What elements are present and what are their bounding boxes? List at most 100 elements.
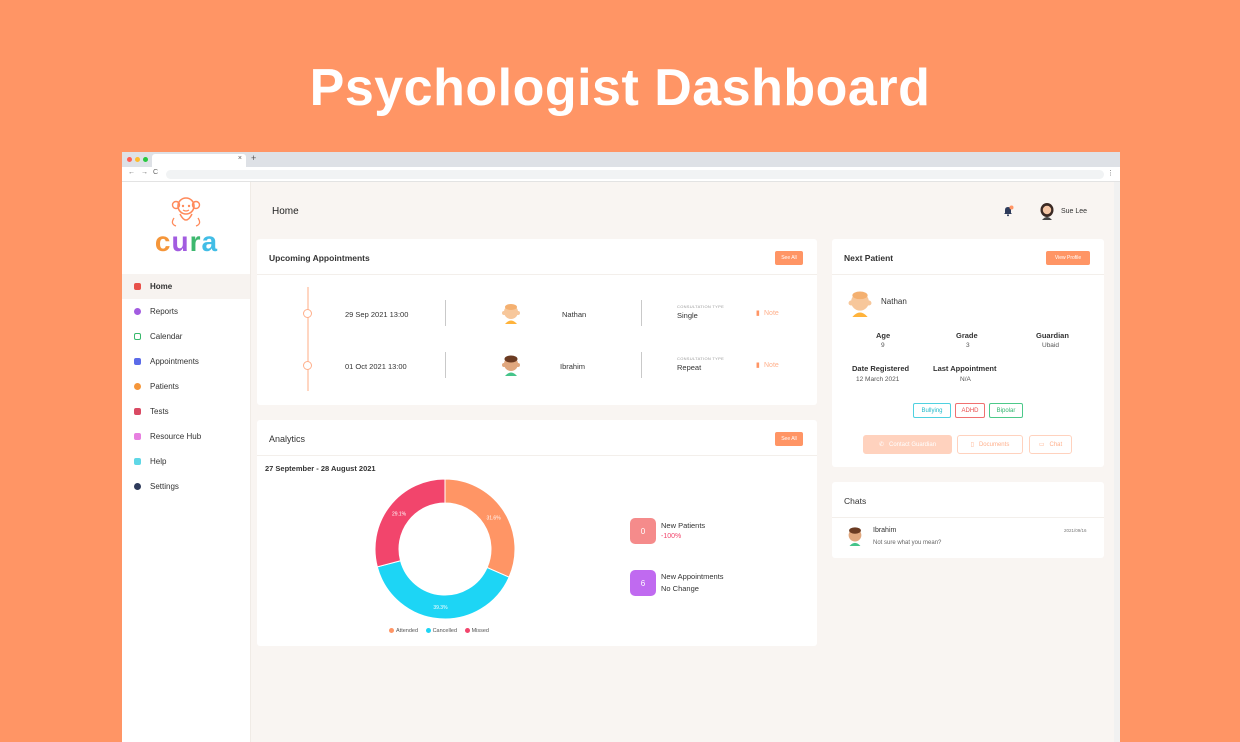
consultation-type: Single bbox=[677, 311, 698, 320]
chats-card: Chats Ibrahim Not sure what you mean? 20… bbox=[832, 482, 1104, 558]
resource-hub-icon bbox=[134, 433, 141, 440]
appointments-icon bbox=[134, 358, 141, 365]
sidebar-item-reports[interactable]: Reports bbox=[122, 299, 250, 324]
browser-window: × + ← → C ⋮ cura Home Reports Calendar A… bbox=[122, 152, 1120, 742]
legend-label: Missed bbox=[471, 628, 489, 634]
legend-item-missed[interactable]: Missed bbox=[464, 628, 489, 634]
chat-message-preview: Not sure what you mean? bbox=[873, 540, 942, 546]
sidebar-item-home[interactable]: Home bbox=[122, 274, 250, 299]
appointment-patient-name: Ibrahim bbox=[560, 362, 586, 371]
new-appointments-label: New Appointments bbox=[661, 572, 724, 581]
age-label: Age bbox=[876, 331, 891, 340]
new-tab-icon[interactable]: + bbox=[251, 153, 256, 163]
reports-icon bbox=[134, 308, 141, 315]
tag-adhd[interactable]: ADHD bbox=[955, 403, 985, 418]
notification-bell-icon[interactable] bbox=[1002, 205, 1014, 217]
tag-bullying[interactable]: Bullying bbox=[913, 403, 951, 418]
user-avatar[interactable] bbox=[1039, 202, 1055, 220]
main-content: Home Sue Lee Upcoming Appointments See A… bbox=[251, 182, 1120, 742]
patient-avatar bbox=[848, 291, 872, 317]
card-title: Next Patient bbox=[844, 253, 894, 263]
slice-missed[interactable] bbox=[374, 478, 446, 568]
help-icon bbox=[134, 458, 141, 465]
button-label: Chat bbox=[1049, 441, 1063, 448]
new-patients-change: -100% bbox=[661, 533, 682, 540]
browser-menu-icon[interactable]: ⋮ bbox=[1107, 169, 1114, 177]
sidebar-item-resource-hub[interactable]: Resource Hub bbox=[122, 424, 250, 449]
appointment-datetime: 29 Sep 2021 13:00 bbox=[345, 310, 409, 319]
legend-label: Attended bbox=[396, 628, 419, 634]
new-patients-label: New Patients bbox=[661, 521, 706, 530]
legend-label: Cancelled bbox=[432, 628, 458, 634]
app-root: cura Home Reports Calendar Appointments bbox=[122, 182, 1120, 742]
logo-wordmark: cura bbox=[122, 226, 251, 258]
legend-swatch bbox=[389, 628, 394, 634]
row-divider bbox=[445, 352, 446, 378]
window-minimize-dot[interactable] bbox=[135, 157, 140, 162]
timeline-node bbox=[303, 361, 312, 370]
reload-icon[interactable]: C bbox=[153, 169, 158, 176]
page-hero-title: Psychologist Dashboard bbox=[309, 59, 931, 117]
consultation-type-caption: CONSULTATION TYPE bbox=[677, 304, 725, 309]
view-profile-button[interactable]: View Profile bbox=[1046, 251, 1090, 265]
new-appointments-change: No Change bbox=[661, 584, 699, 593]
browser-tab[interactable]: × bbox=[152, 154, 246, 167]
legend-item-attended[interactable]: Attended bbox=[389, 628, 418, 634]
contact-guardian-button[interactable]: ✆ Contact Guardian bbox=[863, 435, 952, 454]
sidebar-item-appointments[interactable]: Appointments bbox=[122, 349, 250, 374]
chat-button[interactable]: ▭ Chat bbox=[1029, 435, 1072, 454]
page-title: Home bbox=[272, 206, 299, 217]
consultation-type: Repeat bbox=[677, 363, 702, 372]
last-appointment-value: N/A bbox=[960, 376, 971, 383]
note-link[interactable]: Note bbox=[764, 310, 779, 317]
logo-letter-c: c bbox=[154, 226, 172, 257]
sidebar-item-label: Patients bbox=[150, 382, 179, 391]
gear-icon bbox=[134, 483, 141, 490]
analytics-see-all-button[interactable]: See All bbox=[775, 432, 803, 446]
slice-attended[interactable] bbox=[444, 478, 516, 578]
upcoming-appointments-card: Upcoming Appointments See All 29 Sep 202… bbox=[257, 239, 817, 405]
patient-name: Nathan bbox=[881, 297, 907, 306]
sidebar-item-label: Calendar bbox=[150, 332, 183, 341]
sidebar-item-calendar[interactable]: Calendar bbox=[122, 324, 250, 349]
legend-swatch bbox=[425, 628, 431, 634]
appointments-donut-chart: 31.6% 39.3% 29.1% bbox=[374, 478, 516, 620]
back-icon[interactable]: ← bbox=[128, 169, 135, 176]
home-icon bbox=[134, 283, 141, 290]
sidebar-item-help[interactable]: Help bbox=[122, 449, 250, 474]
note-icon[interactable]: ▮ bbox=[756, 309, 760, 317]
patients-icon bbox=[134, 383, 141, 390]
documents-button[interactable]: ▯ Documents bbox=[957, 435, 1023, 454]
sidebar-item-patients[interactable]: Patients bbox=[122, 374, 250, 399]
legend-swatch bbox=[464, 628, 470, 634]
page-scrollbar[interactable] bbox=[1114, 182, 1120, 742]
grade-label: Grade bbox=[956, 331, 978, 340]
sidebar-item-label: Settings bbox=[150, 482, 179, 491]
browser-tab-bar: × + bbox=[122, 152, 1120, 167]
next-patient-card: Next Patient View Profile Nathan Age 9 G… bbox=[832, 239, 1104, 467]
window-close-dot[interactable] bbox=[127, 157, 132, 162]
sidebar-item-tests[interactable]: Tests bbox=[122, 399, 250, 424]
tab-close-icon[interactable]: × bbox=[238, 155, 242, 162]
forward-icon[interactable]: → bbox=[141, 169, 148, 176]
chat-bubble-icon: ▭ bbox=[1038, 442, 1045, 448]
date-registered-label: Date Registered bbox=[852, 364, 910, 373]
slice-label: 39.3% bbox=[433, 605, 448, 611]
tests-icon bbox=[134, 408, 141, 415]
sidebar-item-label: Resource Hub bbox=[150, 432, 202, 441]
sidebar-item-label: Help bbox=[150, 457, 167, 466]
sidebar-item-label: Tests bbox=[150, 407, 169, 416]
sidebar: cura Home Reports Calendar Appointments bbox=[122, 182, 251, 742]
upcoming-see-all-button[interactable]: See All bbox=[775, 251, 803, 265]
note-icon[interactable]: ▮ bbox=[756, 361, 760, 369]
tag-bipolar[interactable]: Bipolar bbox=[989, 403, 1023, 418]
window-maximize-dot[interactable] bbox=[143, 157, 148, 162]
user-name[interactable]: Sue Lee bbox=[1061, 208, 1087, 215]
chart-legend: Attended Cancelled Missed bbox=[389, 628, 489, 634]
cura-logo[interactable]: cura bbox=[122, 182, 250, 274]
legend-item-cancelled[interactable]: Cancelled bbox=[425, 628, 458, 634]
note-link[interactable]: Note bbox=[764, 362, 779, 369]
url-input[interactable] bbox=[166, 170, 1104, 179]
sidebar-item-settings[interactable]: Settings bbox=[122, 474, 250, 499]
chat-sender-name: Ibrahim bbox=[873, 527, 897, 534]
